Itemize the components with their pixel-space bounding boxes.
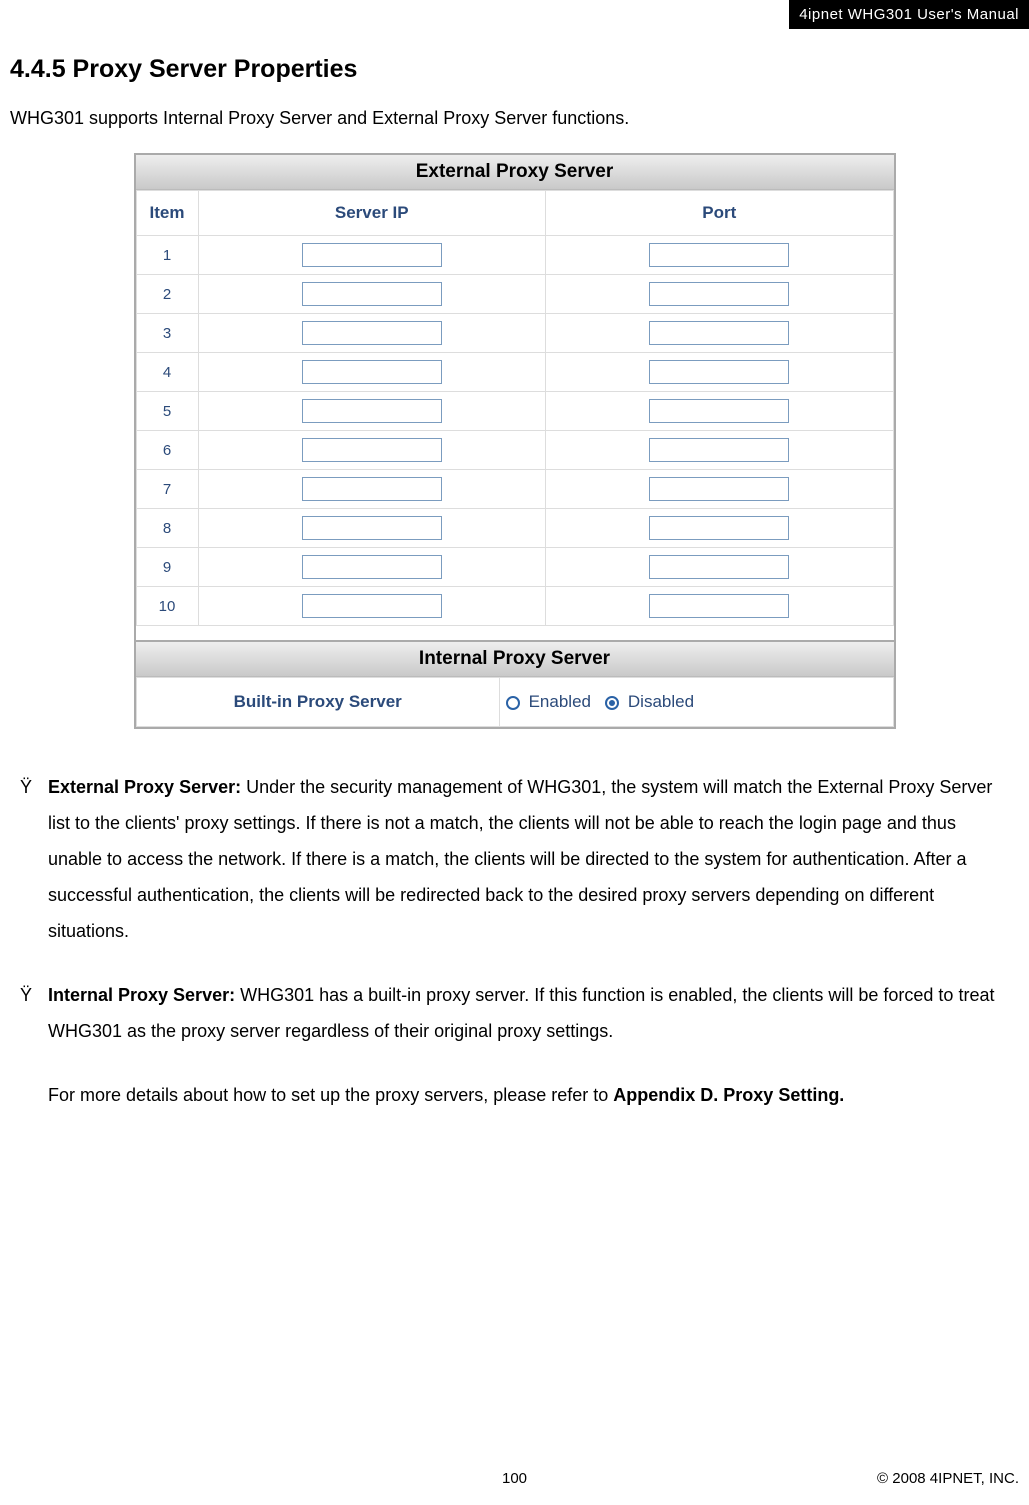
server-ip-cell (198, 275, 546, 314)
port-input[interactable] (649, 243, 789, 267)
port-cell (546, 314, 894, 353)
item-cell: 5 (136, 392, 198, 431)
external-proxy-table: Item Server IP Port 12345678910 (136, 190, 894, 626)
server-ip-cell (198, 509, 546, 548)
item-cell: 7 (136, 470, 198, 509)
server-ip-input[interactable] (302, 477, 442, 501)
item-cell: 1 (136, 236, 198, 275)
builtin-proxy-controls: Enabled Disabled (499, 678, 893, 727)
server-ip-input[interactable] (302, 438, 442, 462)
server-ip-input[interactable] (302, 282, 442, 306)
server-ip-input[interactable] (302, 360, 442, 384)
port-input[interactable] (649, 360, 789, 384)
server-ip-cell (198, 392, 546, 431)
port-input[interactable] (649, 438, 789, 462)
enabled-radio[interactable] (506, 696, 520, 710)
port-cell (546, 275, 894, 314)
server-ip-cell (198, 314, 546, 353)
section-title: 4.4.5 Proxy Server Properties (10, 55, 1019, 84)
enabled-label: Enabled (529, 692, 591, 711)
item-cell: 10 (136, 587, 198, 626)
col-port: Port (546, 191, 894, 236)
table-row: 6 (136, 431, 893, 470)
header-label: 4ipnet WHG301 User's Manual (799, 6, 1019, 23)
server-ip-cell (198, 431, 546, 470)
header-bar: 4ipnet WHG301 User's Manual (789, 0, 1029, 29)
bullet-internal-text: Internal Proxy Server: WHG301 has a buil… (48, 977, 1009, 1049)
intro-text: WHG301 supports Internal Proxy Server an… (10, 108, 1019, 129)
bullet-marker: Ÿ (20, 977, 48, 1049)
server-ip-cell (198, 236, 546, 275)
table-row: 2 (136, 275, 893, 314)
bullet-external-text: External Proxy Server: Under the securit… (48, 769, 1009, 949)
builtin-proxy-label: Built-in Proxy Server (136, 678, 499, 727)
server-ip-input[interactable] (302, 321, 442, 345)
port-input[interactable] (649, 282, 789, 306)
port-input[interactable] (649, 555, 789, 579)
port-input[interactable] (649, 594, 789, 618)
port-input[interactable] (649, 399, 789, 423)
port-input[interactable] (649, 516, 789, 540)
port-cell (546, 587, 894, 626)
internal-proxy-table: Built-in Proxy Server Enabled Disabled (136, 677, 894, 727)
port-input[interactable] (649, 477, 789, 501)
server-ip-input[interactable] (302, 555, 442, 579)
appendix-bold: Appendix D. Proxy Setting. (613, 1085, 844, 1105)
footer-copyright: © 2008 4IPNET, INC. (877, 1470, 1019, 1487)
table-row: 9 (136, 548, 893, 587)
table-row: 3 (136, 314, 893, 353)
appendix-ref: For more details about how to set up the… (20, 1077, 1009, 1113)
bullet-marker: Ÿ (20, 769, 48, 949)
bullet-list: Ÿ External Proxy Server: Under the secur… (10, 769, 1019, 1113)
item-cell: 3 (136, 314, 198, 353)
table-row: 10 (136, 587, 893, 626)
item-cell: 9 (136, 548, 198, 587)
external-proxy-title: External Proxy Server (136, 155, 894, 190)
table-row: 1 (136, 236, 893, 275)
bullet-internal: Ÿ Internal Proxy Server: WHG301 has a bu… (20, 977, 1009, 1049)
item-cell: 6 (136, 431, 198, 470)
server-ip-cell (198, 470, 546, 509)
server-ip-input[interactable] (302, 399, 442, 423)
appendix-pre: For more details about how to set up the… (48, 1085, 613, 1105)
port-cell (546, 548, 894, 587)
port-cell (546, 470, 894, 509)
footer: 100 © 2008 4IPNET, INC. (0, 1470, 1029, 1487)
port-cell (546, 236, 894, 275)
port-cell (546, 509, 894, 548)
col-item: Item (136, 191, 198, 236)
table-row: 5 (136, 392, 893, 431)
external-proxy-figure: External Proxy Server Item Server IP Por… (134, 153, 896, 729)
bullet-external-body: Under the security management of WHG301,… (48, 777, 992, 941)
page-content: 4.4.5 Proxy Server Properties WHG301 sup… (0, 0, 1029, 1113)
table-row: 7 (136, 470, 893, 509)
item-cell: 8 (136, 509, 198, 548)
item-cell: 2 (136, 275, 198, 314)
server-ip-input[interactable] (302, 516, 442, 540)
server-ip-cell (198, 587, 546, 626)
bullet-internal-bold: Internal Proxy Server: (48, 985, 235, 1005)
disabled-label: Disabled (628, 692, 694, 711)
port-input[interactable] (649, 321, 789, 345)
server-ip-cell (198, 548, 546, 587)
server-ip-cell (198, 353, 546, 392)
bullet-external-bold: External Proxy Server: (48, 777, 241, 797)
col-server-ip: Server IP (198, 191, 546, 236)
port-cell (546, 431, 894, 470)
table-row: 4 (136, 353, 893, 392)
server-ip-input[interactable] (302, 243, 442, 267)
port-cell (546, 392, 894, 431)
page-number: 100 (502, 1470, 527, 1487)
item-cell: 4 (136, 353, 198, 392)
bullet-external: Ÿ External Proxy Server: Under the secur… (20, 769, 1009, 949)
internal-proxy-title: Internal Proxy Server (136, 642, 894, 677)
disabled-radio[interactable] (605, 696, 619, 710)
table-row: 8 (136, 509, 893, 548)
port-cell (546, 353, 894, 392)
server-ip-input[interactable] (302, 594, 442, 618)
